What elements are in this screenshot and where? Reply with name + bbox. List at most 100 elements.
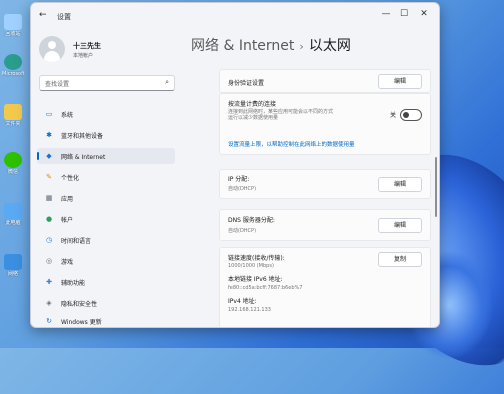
desktop-icon-computer[interactable]: 此电脑	[2, 203, 24, 226]
page-title: 以太网	[308, 38, 351, 54]
ipv6-value: fe80::cd5a:bcff:7687:b6eb%7	[228, 285, 303, 291]
sidebar-item-time-language[interactable]: ◷ 时间和语言	[37, 232, 175, 248]
edge-icon	[4, 54, 22, 70]
metered-connection-card: 按流量计费的连接 连接到此网络时，某些应用可能会以不同的方式运行以减少数据使用量…	[219, 93, 431, 155]
connection-info-card: 链接速度(接收/传输): 1000/1000 (Mbps) 本地链接 IPv6 …	[219, 247, 431, 327]
copy-button[interactable]: 复制	[378, 252, 422, 267]
speed-value: 1000/1000 (Mbps)	[228, 263, 274, 269]
desktop-icon-folder[interactable]: 文件夹	[2, 104, 24, 127]
account-type: 本地帐户	[73, 53, 94, 59]
sidebar-item-apps[interactable]: ▦ 应用	[37, 190, 175, 206]
metered-label: 按流量计费的连接	[228, 101, 277, 108]
gamepad-icon: ◎	[45, 257, 53, 265]
sidebar: 十三先生 本地帐户 查找设置 ⌕ ▭ 系统 ✱ 蓝牙和其他设备 ◆ 网络 & I…	[31, 27, 183, 327]
bluetooth-icon: ✱	[46, 131, 52, 139]
dns-value: 自动(DHCP)	[228, 228, 257, 234]
main-content: 网络 & Internet › 以太网 身份验证设置 编辑 按流量计费的连接 连接到…	[183, 27, 439, 327]
search-icon: ⌕	[165, 78, 169, 86]
avatar[interactable]	[39, 36, 65, 62]
sidebar-item-system[interactable]: ▭ 系统	[37, 106, 175, 122]
auth-edit-button[interactable]: 编辑	[378, 74, 422, 89]
sidebar-item-accessibility[interactable]: ✚ 辅助功能	[37, 274, 175, 290]
ip-label: IP 分配:	[228, 176, 250, 183]
shield-icon: ◈	[46, 299, 52, 307]
sidebar-item-label: 系统	[61, 112, 74, 119]
desktop-icon-recycle-bin[interactable]: 回收站	[2, 14, 24, 37]
monitor-icon: ▭	[45, 110, 53, 118]
breadcrumb: 网络 & Internet › 以太网	[191, 35, 351, 55]
sidebar-item-gaming[interactable]: ◎ 游戏	[37, 253, 175, 269]
desktop-icon-edge[interactable]: Microsoft Edge	[2, 54, 24, 77]
desktop-icon-label: 此电脑	[5, 220, 21, 226]
scrollbar[interactable]	[435, 157, 437, 217]
desktop-icon-label: 网络	[7, 271, 18, 277]
update-icon: ↻	[46, 317, 52, 325]
desktop-icon-label: Microsoft Edge	[2, 71, 24, 77]
search-input[interactable]: 查找设置 ⌕	[39, 75, 175, 91]
desktop-icon-label: 回收站	[5, 31, 21, 37]
user-name: 十三先生	[73, 42, 101, 50]
ipv4-label: IPv4 地址:	[228, 298, 257, 305]
maximize-icon[interactable]: ☐	[395, 9, 413, 19]
ip-edit-button[interactable]: 编辑	[378, 177, 422, 192]
ip-value: 自动(DHCP)	[228, 186, 257, 192]
sidebar-item-label: 应用	[61, 196, 74, 203]
sidebar-item-bluetooth[interactable]: ✱ 蓝牙和其他设备	[37, 127, 175, 143]
title-bar: ← 设置 — ☐ ✕	[31, 3, 439, 27]
sidebar-item-windows-update[interactable]: ↻ Windows 更新	[37, 313, 175, 327]
ipv4-value: 192.168.121.133	[228, 307, 271, 313]
minimize-icon[interactable]: —	[377, 9, 395, 19]
sidebar-item-label: 辅助功能	[61, 280, 86, 287]
desktop-icon-label: 文件夹	[5, 121, 21, 127]
network-icon	[4, 254, 22, 270]
speed-label: 链接速度(接收/传输):	[228, 255, 285, 262]
sidebar-item-label: 网络 & Internet	[61, 154, 106, 161]
sidebar-item-label: 时间和语言	[61, 238, 92, 245]
sidebar-item-personalization[interactable]: ✎ 个性化	[37, 169, 175, 185]
settings-window: ← 设置 — ☐ ✕ 十三先生 本地帐户 查找设置 ⌕ ▭ 系统 ✱ 蓝牙和其他…	[30, 2, 440, 328]
wifi-icon: ◆	[46, 152, 52, 160]
selection-indicator	[37, 152, 39, 160]
breadcrumb-separator-icon: ›	[299, 40, 304, 53]
apps-icon: ▦	[45, 194, 53, 202]
recycle-bin-icon	[4, 14, 22, 30]
metered-description: 连接到此网络时，某些应用可能会以不同的方式运行以减少数据使用量	[228, 109, 334, 121]
auth-settings-card: 身份验证设置 编辑	[219, 69, 431, 93]
brush-icon: ✎	[46, 173, 52, 181]
clock-icon: ◷	[45, 236, 53, 244]
sidebar-item-network[interactable]: ◆ 网络 & Internet	[37, 148, 175, 164]
breadcrumb-parent[interactable]: 网络 & Internet	[191, 38, 294, 54]
desktop-icon-network[interactable]: 网络	[2, 254, 24, 277]
sidebar-item-label: 游戏	[61, 259, 74, 266]
sidebar-item-label: 蓝牙和其他设备	[61, 133, 104, 140]
search-placeholder: 查找设置	[45, 81, 70, 88]
sidebar-item-privacy[interactable]: ◈ 隐私和安全性	[37, 295, 175, 311]
desktop-icon-wechat[interactable]: 微信	[2, 152, 24, 175]
avatar-head-shape	[48, 41, 56, 49]
toggle-knob	[403, 112, 409, 118]
sidebar-item-label: 个性化	[61, 175, 80, 182]
dns-edit-button[interactable]: 编辑	[378, 218, 422, 233]
sidebar-item-label: 帐户	[61, 217, 74, 224]
dns-assignment-card: DNS 服务器分配: 自动(DHCP) 编辑	[219, 209, 431, 241]
account-icon: ●	[45, 215, 53, 223]
auth-label: 身份验证设置	[228, 80, 265, 87]
ipv6-label: 本地链接 IPv6 地址:	[228, 276, 283, 283]
close-icon[interactable]: ✕	[415, 9, 433, 19]
sidebar-item-label: 隐私和安全性	[61, 301, 98, 308]
back-arrow-icon[interactable]: ←	[39, 10, 47, 20]
wechat-icon	[4, 152, 22, 168]
sidebar-item-accounts[interactable]: ● 帐户	[37, 211, 175, 227]
ip-assignment-card: IP 分配: 自动(DHCP) 编辑	[219, 169, 431, 199]
metered-toggle[interactable]	[400, 109, 422, 121]
desktop-icon-label: 微信	[7, 169, 18, 175]
folder-icon	[4, 104, 22, 120]
avatar-body-shape	[44, 51, 60, 62]
metered-state-text: 关	[389, 112, 396, 119]
accessibility-icon: ✚	[46, 278, 52, 286]
sidebar-item-label: Windows 更新	[61, 319, 102, 326]
dns-label: DNS 服务器分配:	[228, 217, 275, 224]
data-limit-link[interactable]: 设置流量上限，以帮助控制在此网络上的数据使用量	[228, 140, 355, 148]
app-title: 设置	[57, 13, 71, 21]
computer-icon	[4, 203, 22, 219]
